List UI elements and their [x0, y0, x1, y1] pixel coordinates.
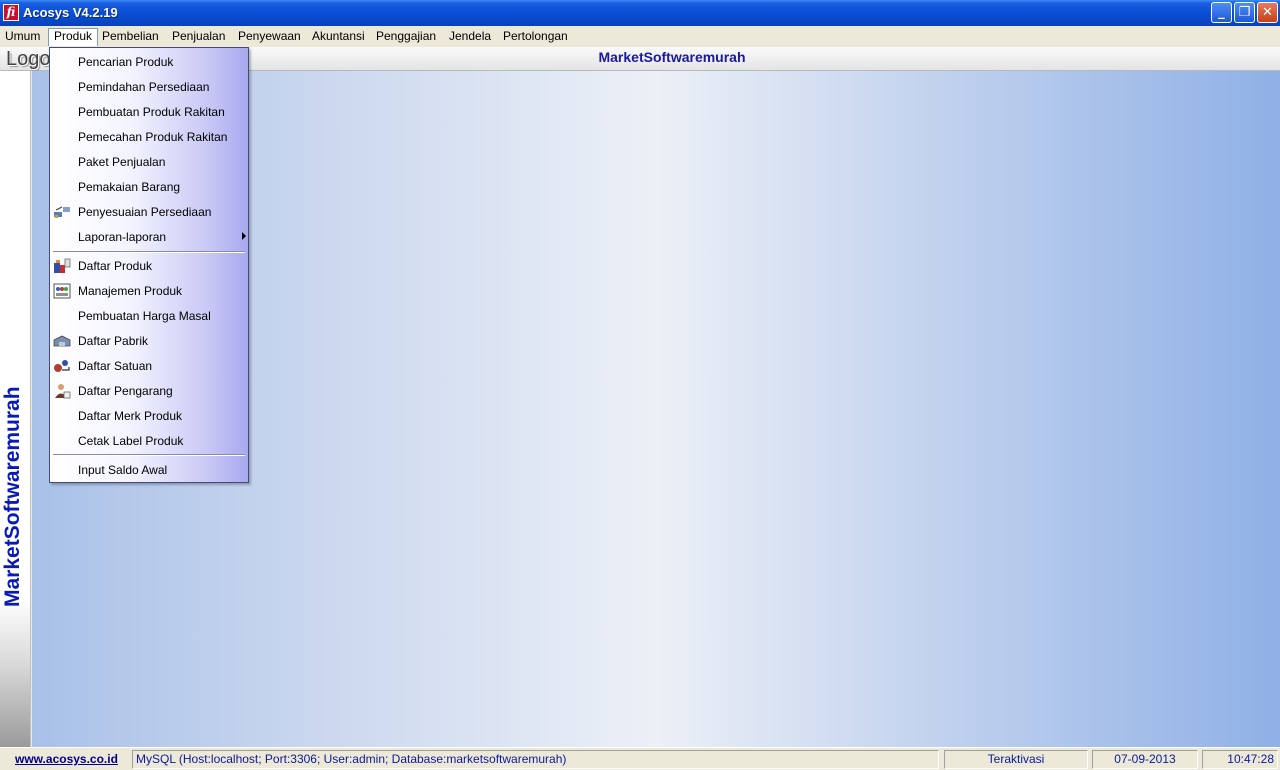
menu-penggajian[interactable]: Penggajian: [371, 28, 441, 46]
menu-item-label: Daftar Pabrik: [78, 334, 149, 348]
menu-item-label: Daftar Merk Produk: [78, 409, 183, 423]
menu-item-pembuatan-harga-masal[interactable]: Pembuatan Harga Masal: [50, 303, 248, 328]
menu-item-label: Daftar Satuan: [78, 359, 153, 373]
author-icon: [53, 383, 71, 399]
side-banner: MarketSoftwaremurah: [0, 71, 31, 747]
status-time: 10:47:28: [1202, 750, 1278, 769]
menu-item-paket-penjualan[interactable]: Paket Penjualan: [50, 149, 248, 174]
menu-pertolongan[interactable]: Pertolongan: [498, 28, 573, 46]
database-info: MySQL (Host:localhost; Port:3306; User:a…: [132, 750, 939, 769]
menu-item-label: Penyesuaian Persediaan: [78, 205, 212, 219]
menu-item-label: Pencarian Produk: [78, 55, 174, 69]
menu-item-laporan-laporan[interactable]: Laporan-laporan: [50, 224, 248, 249]
website-link[interactable]: www.acosys.co.id: [15, 752, 118, 766]
activation-status: Teraktivasi: [944, 750, 1088, 769]
menu-item-penyesuaian-persediaan[interactable]: Penyesuaian Persediaan: [50, 199, 248, 224]
menu-item-label: Pembuatan Produk Rakitan: [78, 105, 225, 119]
menu-jendela[interactable]: Jendela: [444, 28, 496, 46]
menu-item-daftar-pabrik[interactable]: Daftar Pabrik: [50, 328, 248, 353]
unit-icon: [53, 358, 71, 374]
restore-button[interactable]: ❐: [1234, 2, 1255, 23]
menu-pembelian[interactable]: Pembelian: [97, 28, 164, 46]
menu-separator: [53, 454, 245, 456]
factory-icon: [53, 333, 71, 349]
menu-item-input-saldo-awal[interactable]: Input Saldo Awal: [50, 457, 248, 482]
menu-item-label: Pemindahan Persediaan: [78, 80, 210, 94]
adjustment-icon: [53, 204, 71, 220]
menu-bar: Umum Produk Pembelian Penjualan Penyewaa…: [0, 26, 1280, 47]
menu-item-label: Pemakaian Barang: [78, 180, 181, 194]
menu-item-label: Pembuatan Harga Masal: [78, 309, 211, 323]
submenu-arrow-icon: [242, 232, 246, 240]
menu-penjualan[interactable]: Penjualan: [167, 28, 230, 46]
menu-item-label: Daftar Pengarang: [78, 384, 173, 398]
product-management-icon: [53, 283, 71, 299]
menu-item-daftar-merk-produk[interactable]: Daftar Merk Produk: [50, 403, 248, 428]
menu-item-cetak-label-produk[interactable]: Cetak Label Produk: [50, 428, 248, 453]
menu-item-label: Cetak Label Produk: [78, 434, 184, 448]
menu-item-pemecahan-produk-rakitan[interactable]: Pemecahan Produk Rakitan: [50, 124, 248, 149]
close-button[interactable]: ✕: [1257, 2, 1278, 23]
menu-item-pemindahan-persediaan[interactable]: Pemindahan Persediaan: [50, 74, 248, 99]
menu-item-manajemen-produk[interactable]: Manajemen Produk: [50, 278, 248, 303]
minimize-button[interactable]: _: [1211, 2, 1232, 23]
product-list-icon: [53, 258, 71, 274]
menu-item-pemakaian-barang[interactable]: Pemakaian Barang: [50, 174, 248, 199]
menu-produk[interactable]: Produk: [48, 28, 99, 46]
side-banner-text: MarketSoftwaremurah: [1, 386, 24, 607]
status-date: 07-09-2013: [1092, 750, 1198, 769]
menu-item-label: Pemecahan Produk Rakitan: [78, 130, 228, 144]
produk-dropdown-menu: Pencarian Produk Pemindahan Persediaan P…: [49, 47, 249, 483]
menu-item-daftar-pengarang[interactable]: Daftar Pengarang: [50, 378, 248, 403]
menu-akuntansi[interactable]: Akuntansi: [307, 28, 370, 46]
menu-item-label: Paket Penjualan: [78, 155, 166, 169]
menu-item-label: Daftar Produk: [78, 259, 153, 273]
title-bar[interactable]: fi Acosys V4.2.19 _ ❐ ✕: [0, 0, 1280, 26]
menu-item-pembuatan-produk-rakitan[interactable]: Pembuatan Produk Rakitan: [50, 99, 248, 124]
window-title: Acosys V4.2.19: [23, 5, 118, 20]
menu-umum[interactable]: Umum: [0, 28, 45, 46]
menu-item-label: Laporan-laporan: [78, 230, 167, 244]
menu-item-daftar-produk[interactable]: Daftar Produk: [50, 253, 248, 278]
menu-item-pencarian-produk[interactable]: Pencarian Produk: [50, 49, 248, 74]
menu-item-label: Manajemen Produk: [78, 284, 183, 298]
status-bar: www.acosys.co.id MySQL (Host:localhost; …: [0, 747, 1280, 770]
menu-item-daftar-satuan[interactable]: Daftar Satuan: [50, 353, 248, 378]
menu-item-label: Input Saldo Awal: [78, 463, 168, 477]
app-icon[interactable]: fi: [3, 4, 19, 21]
menu-penyewaan[interactable]: Penyewaan: [233, 28, 306, 46]
